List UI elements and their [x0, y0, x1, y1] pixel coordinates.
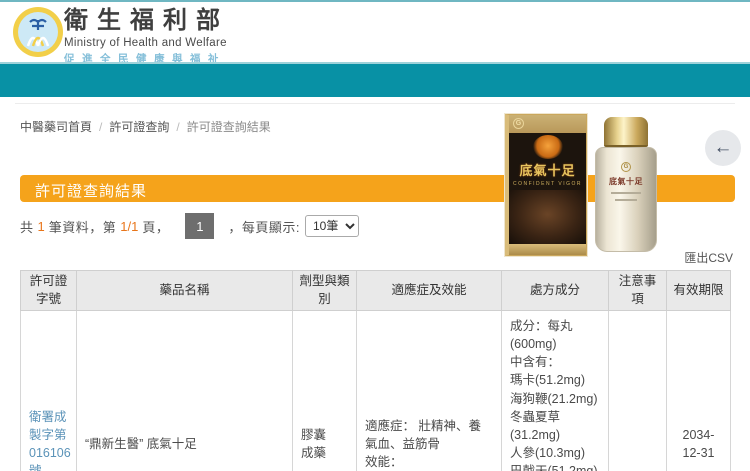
breadcrumb: 中醫藥司首頁 / 許可證查詢 / 許可證查詢結果 [20, 118, 271, 135]
main-nav-bar [0, 62, 750, 97]
export-csv-link[interactable]: 匯出CSV [684, 249, 733, 266]
col-header-ingredients: 處方成分 [502, 271, 609, 311]
col-header-expiry: 有效期限 [667, 271, 731, 311]
per-page-select[interactable]: 10筆 [305, 215, 359, 237]
back-button[interactable]: ← [705, 130, 741, 166]
bottle-label-line [615, 199, 637, 201]
pagination-count: 1 [38, 219, 45, 234]
product-bottle-image: G 底氣十足 [594, 117, 658, 254]
table-header-row: 許可證字號 藥品名稱 劑型與類別 適應症及效能 處方成分 注意事項 有效期限 [21, 271, 731, 311]
pagination-page-info: 1/1 [120, 219, 138, 234]
pagination-bar: 共 1 筆資料，第 1/1 頁， 1 ，每頁顯示: 10筆 [20, 212, 359, 240]
cell-indications: 適應症： 壯精神、養氣血、益筋骨 效能： [357, 311, 502, 471]
pagination-page-suffix: 頁， [142, 217, 169, 236]
col-header-dosage-form: 劑型與類別 [293, 271, 357, 311]
license-number-link[interactable]: 衛署成製字第016106號 [29, 410, 71, 471]
cell-license-no: 衛署成製字第016106號 [21, 311, 77, 471]
col-header-indications: 適應症及效能 [357, 271, 502, 311]
pagination-mid: 筆資料，第 [49, 217, 117, 236]
breadcrumb-license-query[interactable]: 許可證查詢 [109, 120, 169, 134]
site-subtitle: Ministry of Health and Welfare [64, 37, 229, 49]
product-box-art [509, 190, 586, 244]
bottle-body: G 底氣十足 [595, 147, 657, 252]
mohw-logo-icon [12, 6, 64, 58]
product-bottle-title: 底氣十足 [609, 176, 643, 187]
site-title: 衛生福利部 [64, 7, 229, 36]
breadcrumb-separator: / [176, 120, 179, 134]
product-box-top: G [509, 115, 586, 133]
product-box-image: G 底氣十足 CONFIDENT VIGOR [505, 114, 587, 256]
divider-line [15, 103, 735, 104]
product-box-band [509, 244, 586, 255]
cell-ingredients: 成分：每丸(600mg) 中含有： 瑪卡(51.2mg) 海狗鞭(21.2mg)… [502, 311, 609, 471]
pagination-prefix: 共 [20, 217, 34, 236]
bottle-cap [604, 117, 648, 147]
results-table: 許可證字號 藥品名稱 劑型與類別 適應症及效能 處方成分 注意事項 有效期限 衛… [20, 270, 731, 471]
cell-dosage-form: 膠囊 成藥 [293, 311, 357, 471]
bottle-label-line [611, 192, 641, 194]
cell-precautions [609, 311, 667, 471]
cell-drug-name: “鼎新生醫” 底氣十足 [77, 311, 293, 471]
breadcrumb-separator: / [99, 120, 102, 134]
brand-logo-icon: G [513, 118, 524, 129]
per-page-label: ，每頁顯示: [228, 217, 300, 236]
back-arrow-icon: ← [714, 137, 733, 159]
col-header-drug-name: 藥品名稱 [77, 271, 293, 311]
table-row: 衛署成製字第016106號 “鼎新生醫” 底氣十足 膠囊 成藥 適應症： 壯精神… [21, 311, 731, 471]
breadcrumb-home[interactable]: 中醫藥司首頁 [20, 120, 92, 134]
page-number-button[interactable]: 1 [185, 213, 214, 239]
col-header-precautions: 注意事項 [609, 271, 667, 311]
breadcrumb-current: 許可證查詢結果 [187, 120, 271, 134]
page: 衛生福利部 Ministry of Health and Welfare 促進全… [0, 0, 750, 471]
product-box-subtitle: CONFIDENT VIGOR [513, 181, 582, 187]
brand-logo-icon: G [621, 162, 631, 172]
tiger-graphic [533, 135, 563, 159]
col-header-license-no: 許可證字號 [21, 271, 77, 311]
cell-expiry-date: 2034-12-31 [667, 311, 731, 471]
mohw-logo [12, 6, 64, 58]
site-header: 衛生福利部 Ministry of Health and Welfare 促進全… [0, 2, 750, 62]
product-box-title: 底氣十足 [519, 160, 575, 179]
